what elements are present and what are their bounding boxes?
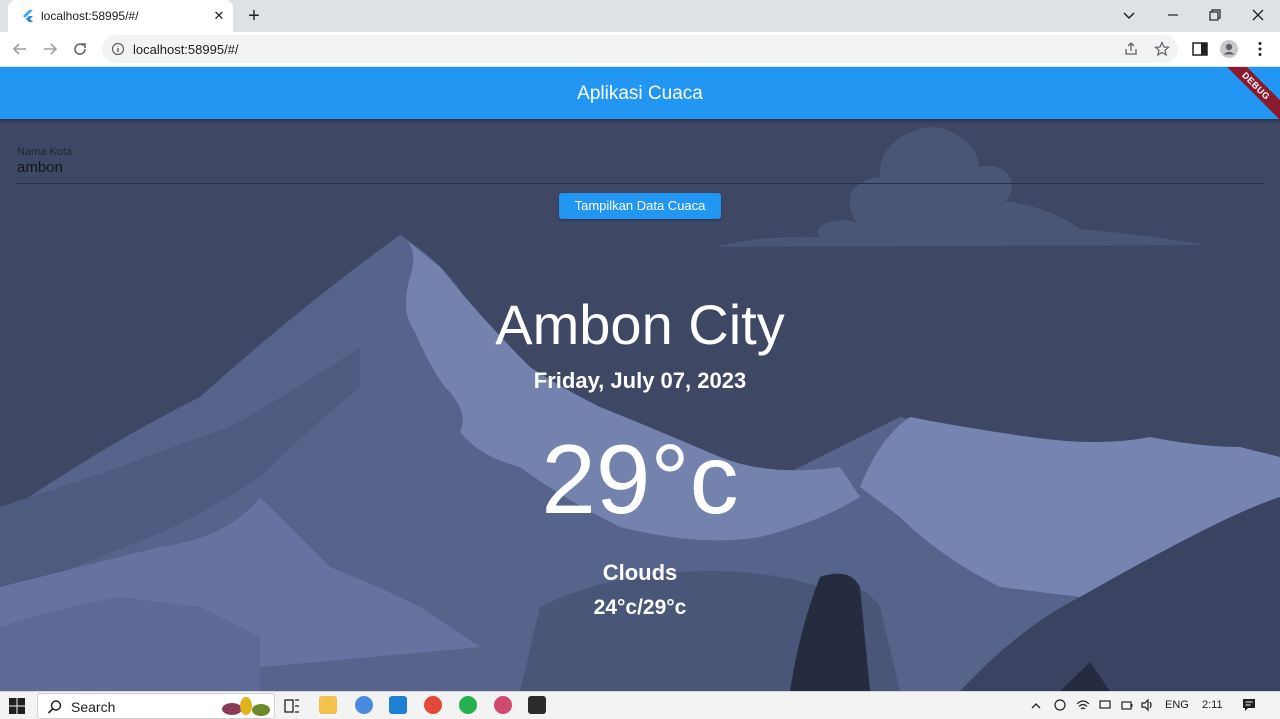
tab-search-chevron-icon[interactable]: [1122, 8, 1136, 22]
weather-date: Friday, July 07, 2023: [533, 368, 747, 393]
chrome-app-icon[interactable]: [355, 696, 373, 714]
reload-icon[interactable]: [70, 39, 90, 59]
terminal-icon[interactable]: [528, 696, 546, 714]
notification-center-icon[interactable]: [1241, 697, 1257, 713]
tray-chevron-up-icon[interactable]: [1030, 700, 1042, 712]
vscode-icon[interactable]: [389, 696, 407, 714]
volume-icon[interactable]: [1140, 698, 1154, 712]
close-window-icon[interactable]: [1251, 8, 1265, 22]
city-name: Ambon City: [495, 293, 785, 356]
battery-icon[interactable]: [1120, 698, 1134, 712]
url-text: localhost:58995/#/: [133, 42, 239, 57]
flutter-favicon-icon: [23, 10, 33, 22]
share-icon[interactable]: [1123, 41, 1139, 57]
wifi-icon[interactable]: [1076, 698, 1090, 712]
network-icon[interactable]: [1098, 698, 1112, 712]
bookmark-star-icon[interactable]: [1154, 41, 1170, 57]
browser-toolbar: localhost:58995/#/: [0, 32, 1280, 67]
back-icon[interactable]: [10, 39, 30, 59]
temperature-range: 24°c/29°c: [593, 596, 687, 619]
search-highlight-illustration-icon: [222, 697, 270, 716]
windows-taskbar: Search ENG 2:11: [0, 691, 1280, 719]
minimize-icon[interactable]: [1166, 8, 1180, 22]
chrome-active-icon[interactable]: [424, 696, 442, 714]
weather-app: Aplikasi Cuaca DEBUG Nama Kota ambon Tam…: [0, 67, 1280, 691]
address-bar[interactable]: localhost:58995/#/: [102, 35, 1178, 63]
city-input[interactable]: ambon: [17, 159, 63, 176]
new-tab-button[interactable]: +: [244, 6, 264, 26]
city-field-label: Nama Kota: [17, 146, 73, 158]
side-panel-icon[interactable]: [1190, 39, 1210, 59]
profile-avatar-icon[interactable]: [1219, 39, 1239, 59]
app-title: Aplikasi Cuaca: [577, 83, 703, 104]
restore-icon[interactable]: [1208, 8, 1222, 22]
taskbar-search-box[interactable]: Search: [37, 693, 275, 719]
windows-start-icon[interactable]: [9, 698, 25, 714]
temperature: 29°c: [541, 424, 739, 534]
menu-kebab-icon[interactable]: [1250, 39, 1270, 59]
onedrive-icon[interactable]: [1053, 698, 1067, 712]
browser-tab[interactable]: localhost:58995/#/ ✕: [8, 0, 233, 32]
show-weather-button[interactable]: Tampilkan Data Cuaca: [559, 193, 721, 219]
file-explorer-icon[interactable]: [319, 696, 337, 714]
site-info-icon[interactable]: [111, 42, 125, 56]
search-icon: [47, 700, 62, 714]
tab-close-icon[interactable]: ✕: [211, 8, 227, 24]
forward-icon[interactable]: [40, 39, 60, 59]
whatsapp-icon[interactable]: [459, 696, 477, 714]
clock[interactable]: 2:11: [1202, 699, 1223, 711]
city-input-underline: [17, 183, 1263, 184]
weather-condition: Clouds: [602, 560, 678, 585]
task-view-icon[interactable]: [283, 697, 301, 715]
taskbar-search-label: Search: [71, 699, 116, 715]
tab-title: localhost:58995/#/: [41, 9, 139, 23]
language-indicator[interactable]: ENG: [1165, 699, 1189, 711]
app-bar: Aplikasi Cuaca: [0, 67, 1280, 119]
tab-strip: localhost:58995/#/ ✕ +: [0, 0, 1280, 32]
chrome-profile-icon[interactable]: [494, 696, 512, 714]
